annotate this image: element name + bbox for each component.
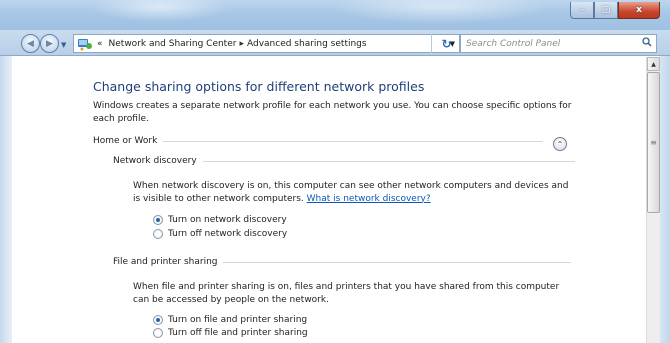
titlebar-glow bbox=[330, 0, 550, 24]
search-input[interactable]: Search Control Panel bbox=[460, 34, 657, 53]
window-titlebar[interactable]: – □ x bbox=[0, 0, 670, 30]
back-button[interactable]: ◀ bbox=[21, 34, 40, 53]
breadcrumb-advanced-sharing-settings[interactable]: Advanced sharing settings bbox=[247, 39, 367, 49]
radio-selected-icon[interactable] bbox=[153, 215, 163, 225]
radio-label[interactable]: Turn off network discovery bbox=[168, 229, 287, 239]
content-pane: Change sharing options for different net… bbox=[12, 57, 646, 343]
network-discovery-description: When network discovery is on, this compu… bbox=[133, 180, 573, 205]
radio-label[interactable]: Turn off file and printer sharing bbox=[168, 328, 308, 338]
radio-unselected-icon[interactable] bbox=[153, 328, 163, 338]
section-heading: File and printer sharing bbox=[113, 257, 218, 267]
search-icon[interactable] bbox=[642, 37, 652, 50]
titlebar-glow bbox=[90, 0, 230, 22]
window-controls: – □ x bbox=[570, 2, 660, 19]
close-button[interactable]: x bbox=[618, 2, 660, 19]
scroll-up-icon[interactable]: ▲ bbox=[647, 57, 660, 71]
page-title: Change sharing options for different net… bbox=[93, 79, 425, 94]
page-description: Windows creates a separate network profi… bbox=[93, 101, 572, 124]
collapse-chevron-icon[interactable]: ⌃ bbox=[553, 137, 567, 151]
vertical-scrollbar[interactable]: ▲ ≡ bbox=[646, 57, 660, 343]
divider bbox=[163, 140, 544, 142]
radio-turn-on-network-discovery[interactable]: Turn on network discovery bbox=[153, 215, 287, 225]
section-network-discovery: Network discovery bbox=[113, 156, 575, 166]
scrollbar-thumb[interactable]: ≡ bbox=[647, 72, 660, 213]
address-bar[interactable]: « Network and Sharing Center ▸ Advanced … bbox=[73, 34, 460, 53]
section-heading: Network discovery bbox=[113, 156, 197, 166]
profile-label: Home or Work bbox=[93, 136, 158, 146]
refresh-button[interactable]: ↻ bbox=[431, 34, 461, 53]
radio-turn-off-network-discovery[interactable]: Turn off network discovery bbox=[153, 229, 287, 239]
divider bbox=[223, 261, 572, 263]
forward-button[interactable]: ▶ bbox=[40, 34, 59, 53]
window-frame-right bbox=[660, 56, 670, 343]
radio-turn-off-file-sharing[interactable]: Turn off file and printer sharing bbox=[153, 328, 308, 338]
radio-selected-icon[interactable] bbox=[153, 315, 163, 325]
profile-header-home-or-work[interactable]: Home or Work bbox=[93, 136, 544, 146]
file-sharing-description: When file and printer sharing is on, fil… bbox=[133, 282, 560, 305]
what-is-network-discovery-link[interactable]: What is network discovery? bbox=[307, 194, 431, 204]
radio-unselected-icon[interactable] bbox=[153, 229, 163, 239]
maximize-button[interactable]: □ bbox=[594, 2, 618, 19]
navigation-bar: ◀ ▶ ▼ « Network and Sharing Center ▸ Adv… bbox=[0, 30, 670, 56]
breadcrumb-network-and-sharing-center[interactable]: Network and Sharing Center bbox=[109, 39, 237, 49]
search-placeholder: Search Control Panel bbox=[466, 38, 561, 49]
radio-turn-on-file-sharing[interactable]: Turn on file and printer sharing bbox=[153, 315, 307, 325]
control-panel-icon bbox=[78, 39, 92, 51]
section-file-and-printer-sharing: File and printer sharing bbox=[113, 257, 572, 267]
recent-pages-dropdown[interactable]: ▼ bbox=[61, 41, 66, 49]
breadcrumb-separator-icon[interactable]: ▸ bbox=[239, 39, 244, 49]
minimize-button[interactable]: – bbox=[570, 2, 594, 19]
radio-label[interactable]: Turn on network discovery bbox=[168, 215, 287, 225]
window-frame-left bbox=[0, 56, 12, 343]
breadcrumb-prefix[interactable]: « bbox=[97, 39, 103, 49]
divider bbox=[202, 160, 575, 162]
radio-label[interactable]: Turn on file and printer sharing bbox=[168, 315, 307, 325]
